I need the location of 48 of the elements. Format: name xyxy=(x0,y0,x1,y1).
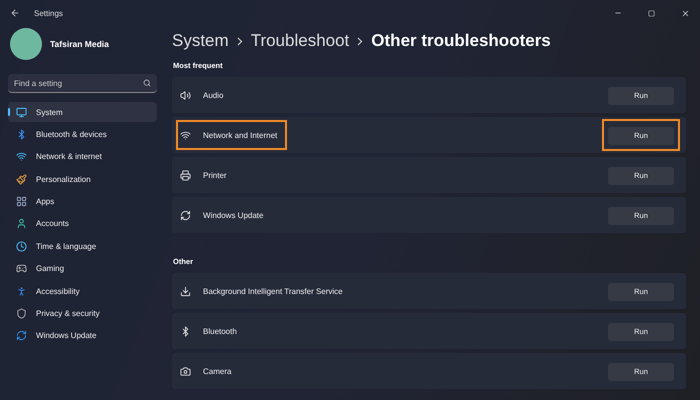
sidebar-item[interactable]: Gaming xyxy=(8,258,157,279)
avatar xyxy=(10,28,42,60)
troubleshooter-label: Network and Internet xyxy=(203,130,278,140)
apps-icon xyxy=(16,196,27,208)
shield-icon xyxy=(16,308,27,320)
window-title: Settings xyxy=(34,8,63,18)
troubleshooter-label: Background Intelligent Transfer Service xyxy=(203,286,343,296)
troubleshooter-label: Printer xyxy=(203,170,227,180)
bluetooth-icon xyxy=(180,326,191,336)
troubleshooter-label: Bluetooth xyxy=(203,326,237,336)
brush-icon xyxy=(16,174,27,185)
breadcrumb-item: Other troubleshooters xyxy=(371,31,551,51)
troubleshooter-label: Audio xyxy=(203,90,224,100)
sidebar-item[interactable]: Privacy & security xyxy=(8,304,157,324)
sidebar-item[interactable]: Network & internet xyxy=(8,146,157,167)
refresh-icon xyxy=(180,210,191,220)
person-icon xyxy=(16,286,27,297)
clock-icon xyxy=(16,240,27,252)
sidebar-item[interactable]: Personalization xyxy=(8,169,157,190)
troubleshooter-label: Camera xyxy=(203,366,232,376)
download-icon xyxy=(180,286,191,296)
troubleshooter-label: Windows Update xyxy=(203,210,264,220)
close-icon[interactable] xyxy=(681,8,690,18)
sidebar-item[interactable]: System xyxy=(8,102,157,122)
chevron-icon xyxy=(236,36,243,46)
printer-icon xyxy=(180,170,191,180)
sidebar-item[interactable]: Accounts xyxy=(8,214,157,234)
wifi-icon xyxy=(180,130,191,140)
chevron-icon xyxy=(357,36,364,46)
sidebar-item[interactable]: Accessibility xyxy=(8,281,157,302)
sidebar-item[interactable]: Windows Update xyxy=(8,326,157,346)
search-field[interactable]: Find a setting xyxy=(8,74,157,93)
monitor-icon xyxy=(16,106,27,118)
maximize-icon[interactable] xyxy=(648,10,655,16)
speaker-icon xyxy=(180,90,191,100)
breadcrumb-item[interactable]: Troubleshoot xyxy=(250,31,350,51)
gamepad-icon xyxy=(16,263,27,274)
profile-name: Tafsiran Media xyxy=(50,39,109,49)
refresh-icon xyxy=(16,330,27,342)
breadcrumb-item[interactable]: System xyxy=(172,31,229,51)
bluetooth-icon xyxy=(16,128,27,140)
sidebar-item[interactable]: Bluetooth & devices xyxy=(8,124,157,144)
camera-icon xyxy=(180,366,191,376)
back-icon[interactable] xyxy=(10,8,20,18)
person-icon xyxy=(16,218,27,230)
sidebar-item[interactable]: Time & language xyxy=(8,236,157,256)
search-icon xyxy=(143,79,151,87)
sidebar-item[interactable]: Apps xyxy=(8,192,157,212)
